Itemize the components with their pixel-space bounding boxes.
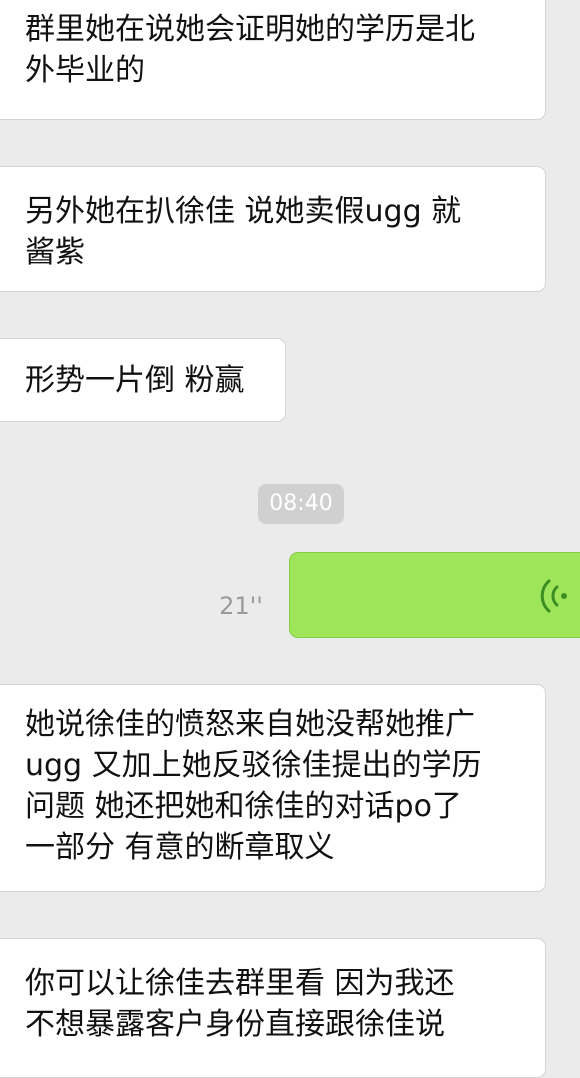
voice-wave-icon [540, 579, 567, 613]
voice-message-duration: 21'' [219, 592, 263, 620]
outgoing-voice-message-bubble[interactable] [289, 552, 580, 638]
incoming-message-bubble[interactable]: 另外她在扒徐佳 说她卖假ugg 就 酱紫 [0, 166, 546, 292]
incoming-message-bubble[interactable]: 形势一片倒 粉赢 [0, 338, 286, 422]
chat-conversation: 群里她在说她会证明她的学历是北 外毕业的 另外她在扒徐佳 说她卖假ugg 就 酱… [0, 0, 580, 1078]
incoming-message-bubble[interactable]: 群里她在说她会证明她的学历是北 外毕业的 [0, 0, 546, 120]
incoming-message-bubble[interactable]: 你可以让徐佳去群里看 因为我还 不想暴露客户身份直接跟徐佳说 [0, 938, 546, 1078]
message-timestamp: 08:40 [258, 484, 344, 524]
incoming-message-bubble[interactable]: 她说徐佳的愤怒来自她没帮她推广 ugg 又加上她反驳徐佳提出的学历 问题 她还把… [0, 684, 546, 892]
